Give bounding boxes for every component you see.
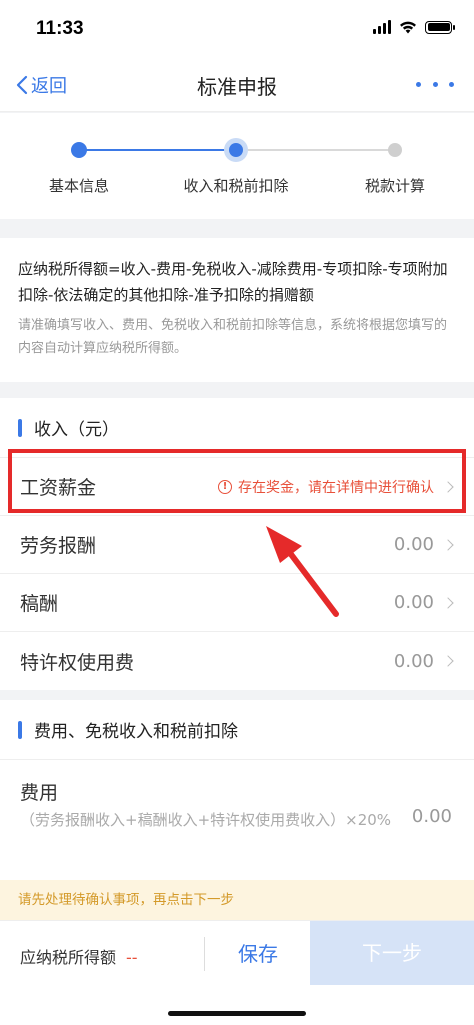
section-accent-bar xyxy=(18,418,22,437)
save-button[interactable]: 保存 xyxy=(210,933,306,975)
income-row-label: 特许权使用费 xyxy=(20,651,135,674)
income-row-label: 稿酬 xyxy=(20,593,59,615)
step-progress: 基本信息 收入和税前扣除 税款计算 xyxy=(0,113,474,219)
deductions-section: 费用、免税收入和税前扣除 费用 （劳务报酬收入+稿酬收入+特许权使用费收入）×2… xyxy=(0,700,474,880)
status-bar: 11:33 xyxy=(0,0,474,56)
warning-circle-icon: ! xyxy=(218,479,232,494)
wifi-icon xyxy=(400,21,416,34)
income-row-royalty-manuscript[interactable]: 稿酬 0.00 xyxy=(0,574,474,632)
fee-formula: （劳务报酬收入+稿酬收入+特许权使用费收入）×20% xyxy=(20,811,392,829)
fee-row[interactable]: 费用 （劳务报酬收入+稿酬收入+特许权使用费收入）×20% 0.00 xyxy=(0,760,474,880)
income-section-title: 收入（元） xyxy=(34,420,119,440)
home-indicator xyxy=(168,1011,306,1016)
status-icons xyxy=(373,20,455,34)
income-row-labor[interactable]: 劳务报酬 0.00 xyxy=(0,516,474,574)
income-row-value: 0.00 xyxy=(393,650,434,672)
deductions-section-title: 费用、免税收入和税前扣除 xyxy=(34,722,238,742)
formula-card: 应纳税所得额=收入-费用-免税收入-减除费用-专项扣除-专项附加扣除-依法确定的… xyxy=(0,238,474,382)
chevron-right-icon xyxy=(442,480,454,493)
battery-icon xyxy=(425,20,455,34)
income-row-salary[interactable]: 工资薪金 ! 存在奖金，请在详情中进行确认 xyxy=(0,458,474,516)
taxable-income-label: 应纳税所得额 xyxy=(20,948,117,967)
taxable-income: 应纳税所得额 -- xyxy=(20,944,138,968)
section-accent-bar xyxy=(18,720,22,739)
status-time: 11:33 xyxy=(36,18,84,39)
income-row-label: 劳务报酬 xyxy=(20,535,97,557)
pending-notice: 请先处理待确认事项，再点击下一步 xyxy=(0,880,474,920)
more-menu-button[interactable] xyxy=(410,70,460,98)
step-line-done xyxy=(79,149,236,151)
formula-text: 应纳税所得额=收入-费用-免税收入-减除费用-专项扣除-专项附加扣除-依法确定的… xyxy=(18,260,448,304)
divider xyxy=(204,937,205,971)
fee-label: 费用 xyxy=(20,782,59,804)
nav-bar: 返回 标准申报 xyxy=(0,56,474,112)
step-label-basic-info: 基本信息 xyxy=(48,177,109,195)
formula-hint: 请准确填写收入、费用、免税收入和税前扣除等信息，系统将根据您填写的内容自动计算应… xyxy=(18,318,448,356)
deductions-section-header: 费用、免税收入和税前扣除 xyxy=(0,700,474,760)
income-section-header: 收入（元） xyxy=(0,398,474,458)
taxable-income-value: -- xyxy=(126,948,138,967)
chevron-right-icon xyxy=(442,655,454,667)
income-section: 收入（元） 工资薪金 ! 存在奖金，请在详情中进行确认 劳务报酬 0.00 稿酬… xyxy=(0,398,474,690)
step-dot-2 xyxy=(229,143,243,157)
income-row-franchise[interactable]: 特许权使用费 0.00 xyxy=(0,632,474,690)
step-dot-1 xyxy=(71,142,87,158)
next-step-button[interactable]: 下一步 xyxy=(310,921,474,985)
step-label-tax-calc: 税款计算 xyxy=(364,177,425,195)
step-label-income: 收入和税前扣除 xyxy=(183,177,289,195)
fee-value: 0.00 xyxy=(411,806,452,827)
income-row-value: 0.00 xyxy=(393,534,434,555)
step-line-pending xyxy=(236,149,395,151)
more-dots-icon xyxy=(416,81,421,87)
chevron-right-icon xyxy=(442,538,454,551)
bonus-warning-text: 存在奖金，请在详情中进行确认 xyxy=(238,479,434,496)
step-dot-3 xyxy=(388,143,402,157)
page-title: 标准申报 xyxy=(197,75,277,99)
income-row-value: 0.00 xyxy=(393,592,434,613)
income-row-label: 工资薪金 xyxy=(20,477,97,499)
bottom-action-bar: 应纳税所得额 -- 保存 下一步 xyxy=(0,920,474,1025)
bonus-warning: ! 存在奖金，请在详情中进行确认 xyxy=(218,477,434,497)
signal-icon xyxy=(373,20,391,34)
chevron-right-icon xyxy=(442,596,454,609)
